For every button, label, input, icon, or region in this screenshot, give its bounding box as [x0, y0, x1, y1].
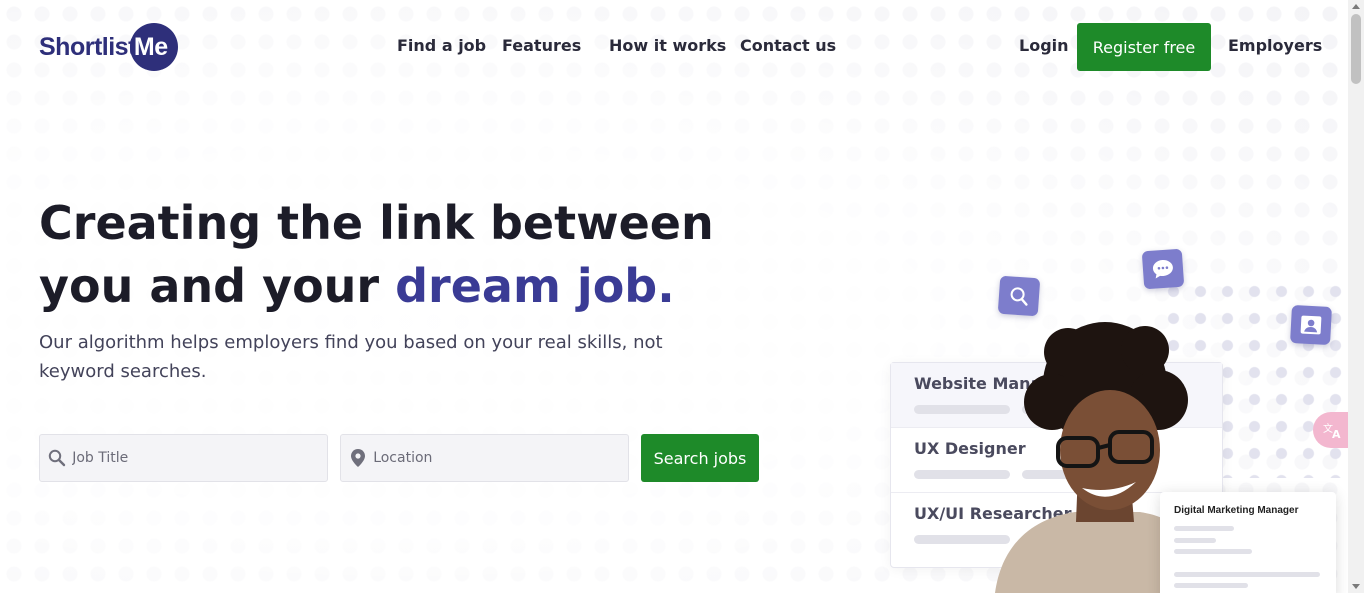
nav-login[interactable]: Login [1019, 36, 1069, 55]
nav-features[interactable]: Features [502, 36, 581, 55]
placeholder-bar [1174, 538, 1216, 543]
location-pin-icon [343, 449, 373, 467]
register-free-button[interactable]: Register free [1077, 23, 1211, 71]
hero-title: Creating the link between you and your d… [39, 192, 714, 318]
search-jobs-button[interactable]: Search jobs [641, 434, 759, 482]
search-icon [997, 275, 1041, 317]
job-title-input[interactable] [72, 450, 327, 466]
job-title-field [39, 434, 328, 482]
placeholder-bar [1174, 526, 1234, 531]
logo-text: Shortlist [39, 32, 136, 61]
hero-title-line2: you and your dream job. [39, 255, 714, 318]
nav-employers[interactable]: Employers [1228, 36, 1322, 55]
nav-contact-us[interactable]: Contact us [740, 36, 836, 55]
hero-title-accent: dream job. [395, 259, 675, 313]
placeholder-bar [1174, 572, 1320, 577]
hero-title-line1: Creating the link between [39, 196, 714, 250]
scroll-thumb[interactable] [1351, 14, 1361, 84]
scroll-down-icon[interactable] [1352, 584, 1360, 589]
placeholder-bar [1174, 549, 1252, 554]
nav-find-a-job[interactable]: Find a job [397, 36, 486, 55]
location-field [340, 434, 629, 482]
logo-circle: Me [129, 23, 178, 71]
page-scrollbar[interactable] [1348, 0, 1364, 593]
search-icon [42, 449, 72, 467]
user-icon [1290, 304, 1332, 346]
svg-text:A: A [1332, 428, 1341, 439]
location-input[interactable] [373, 450, 628, 466]
scroll-up-icon[interactable] [1352, 4, 1360, 9]
hero-subtitle: Our algorithm helps employers find you b… [39, 332, 663, 382]
job-detail-card: Digital Marketing Manager [1160, 492, 1336, 593]
nav-how-it-works[interactable]: How it works [609, 36, 726, 55]
translate-icon[interactable]: 文A [1313, 412, 1353, 448]
placeholder-bar [1174, 583, 1248, 588]
logo[interactable]: Shortlist Me [39, 22, 178, 72]
chat-icon [1141, 248, 1185, 290]
hero-title-plain: you and your [39, 259, 396, 313]
site-header: Shortlist Me Find a job Features How it … [0, 0, 1348, 94]
job-detail-title: Digital Marketing Manager [1174, 505, 1299, 516]
